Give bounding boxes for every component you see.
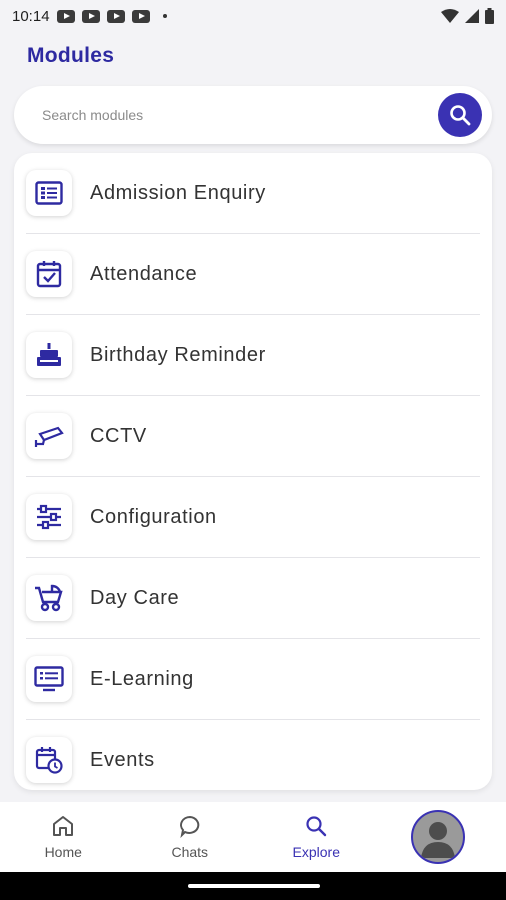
cctv-camera-icon (34, 426, 64, 447)
stroller-icon (35, 584, 63, 612)
status-time: 10:14 (12, 7, 50, 25)
nav-home-label: Home (44, 844, 82, 860)
module-item-e-learning[interactable]: E-Learning (14, 639, 492, 720)
module-label: Day Care (90, 587, 180, 609)
search-bar (14, 86, 492, 144)
nav-home[interactable]: Home (0, 802, 127, 872)
more-notifications-icon (162, 14, 167, 18)
home-icon (53, 816, 74, 836)
module-item-cctv[interactable]: CCTV (14, 396, 492, 477)
search-icon (450, 105, 471, 126)
nav-chats[interactable]: Chats (127, 802, 254, 872)
module-item-birthday-reminder[interactable]: Birthday Reminder (14, 315, 492, 396)
module-item-attendance[interactable]: Attendance (14, 234, 492, 315)
avatar[interactable] (411, 810, 465, 864)
battery-icon (485, 8, 494, 24)
status-bar: 10:14 (0, 0, 506, 32)
modules-list: Admission Enquiry Attendance Birthday Re… (14, 153, 492, 790)
module-label: Birthday Reminder (90, 344, 266, 366)
youtube-icon (106, 9, 125, 23)
youtube-icon (131, 9, 150, 23)
module-label: E-Learning (90, 668, 194, 690)
calendar-check-icon (36, 261, 62, 288)
user-avatar-icon (421, 822, 455, 858)
module-label: CCTV (90, 425, 147, 447)
module-label: Events (90, 749, 155, 771)
system-gesture-bar (0, 872, 506, 900)
module-item-configuration[interactable]: Configuration (14, 477, 492, 558)
chat-bubble-icon (179, 815, 199, 838)
calendar-clock-icon (35, 747, 63, 774)
home-gesture-handle[interactable] (188, 884, 320, 888)
search-icon (306, 816, 327, 837)
youtube-icon (56, 9, 75, 23)
nav-explore[interactable]: Explore (253, 802, 380, 872)
monitor-icon (34, 666, 64, 692)
nav-explore-label: Explore (292, 844, 340, 860)
wifi-icon (441, 9, 459, 23)
nav-chats-label: Chats (171, 844, 209, 860)
form-list-icon (35, 181, 63, 205)
module-label: Admission Enquiry (90, 182, 266, 204)
search-input[interactable] (40, 106, 424, 124)
signal-icon (465, 9, 479, 23)
sliders-icon (37, 504, 61, 530)
cake-icon (37, 343, 61, 366)
page-title: Modules (27, 44, 115, 67)
module-label: Configuration (90, 506, 217, 528)
module-item-events[interactable]: Events (14, 720, 492, 790)
search-button[interactable] (438, 93, 482, 137)
module-label: Attendance (90, 263, 198, 285)
youtube-icon (81, 9, 100, 23)
module-item-day-care[interactable]: Day Care (14, 558, 492, 639)
module-item-admission-enquiry[interactable]: Admission Enquiry (14, 153, 492, 234)
